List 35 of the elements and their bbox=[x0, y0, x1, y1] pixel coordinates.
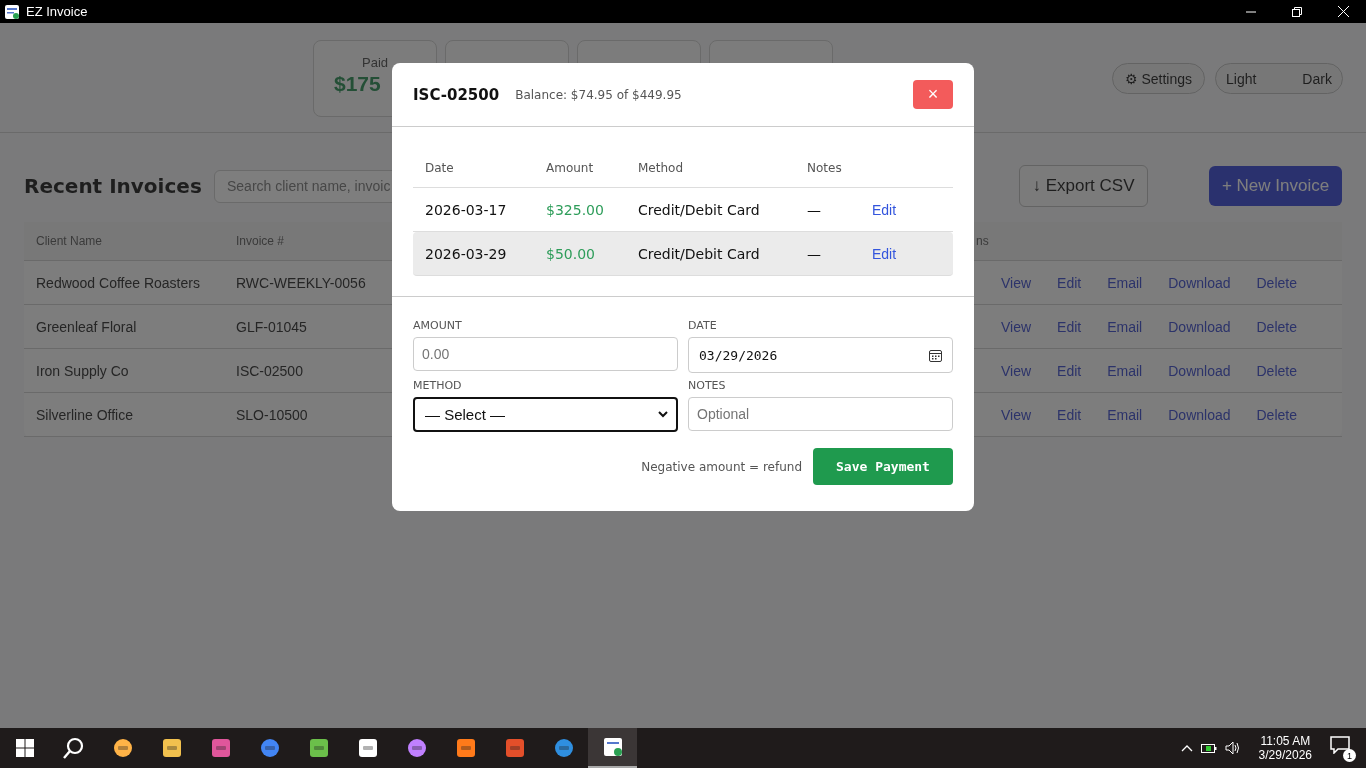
table-cell-text: SLO-10500 bbox=[235, 406, 309, 423]
table-cell-text: Silverline Office bbox=[35, 406, 134, 423]
dialog-title: ISC-02500 bbox=[413, 85, 500, 104]
hint-text: Negative amount = refund bbox=[641, 459, 802, 474]
field-label: DATE bbox=[688, 319, 718, 332]
field-label: NOTES bbox=[688, 379, 727, 392]
field-label: AMOUNT bbox=[413, 319, 463, 332]
table-cell-text: — bbox=[806, 201, 822, 218]
stat-label: Paid bbox=[362, 55, 389, 70]
table-cell-text: Credit/Debit Card bbox=[637, 245, 761, 262]
table-cell-text: 2026-03-17 bbox=[424, 201, 508, 218]
column-header: Method bbox=[637, 161, 684, 175]
column-header: Invoice # bbox=[235, 234, 286, 248]
table-cell-text: — bbox=[806, 245, 822, 262]
table-cell-text: Credit/Debit Card bbox=[637, 201, 761, 218]
section-title: Recent Invoices bbox=[24, 174, 203, 198]
amount-cell-text: $50.00 bbox=[545, 245, 596, 262]
table-cell-text: Iron Supply Co bbox=[35, 362, 130, 379]
column-header: Amount bbox=[545, 161, 595, 175]
stat-value: $175 bbox=[334, 72, 381, 96]
field-label: METHOD bbox=[413, 379, 463, 392]
notification-count: 1 bbox=[1343, 749, 1356, 762]
toggle-label: Light bbox=[1226, 70, 1257, 87]
amount-cell-text: $325.00 bbox=[545, 201, 605, 218]
table-cell-text: RWC-WEEKLY-0056 bbox=[235, 274, 367, 291]
table-cell-text: ISC-02500 bbox=[235, 362, 304, 379]
balance-text: Balance: $74.95 of $449.95 bbox=[515, 87, 682, 102]
table-cell-text: 2026-03-29 bbox=[424, 245, 508, 262]
window-title: EZ Invoice bbox=[26, 4, 88, 19]
table-cell-text: Redwood Coffee Roasters bbox=[35, 274, 201, 291]
column-header: Notes bbox=[806, 161, 843, 175]
column-header: Client Name bbox=[35, 234, 104, 248]
column-header: ns bbox=[975, 234, 990, 248]
table-cell-text: Greenleaf Floral bbox=[35, 318, 138, 335]
toggle-label: Dark bbox=[1302, 70, 1332, 87]
